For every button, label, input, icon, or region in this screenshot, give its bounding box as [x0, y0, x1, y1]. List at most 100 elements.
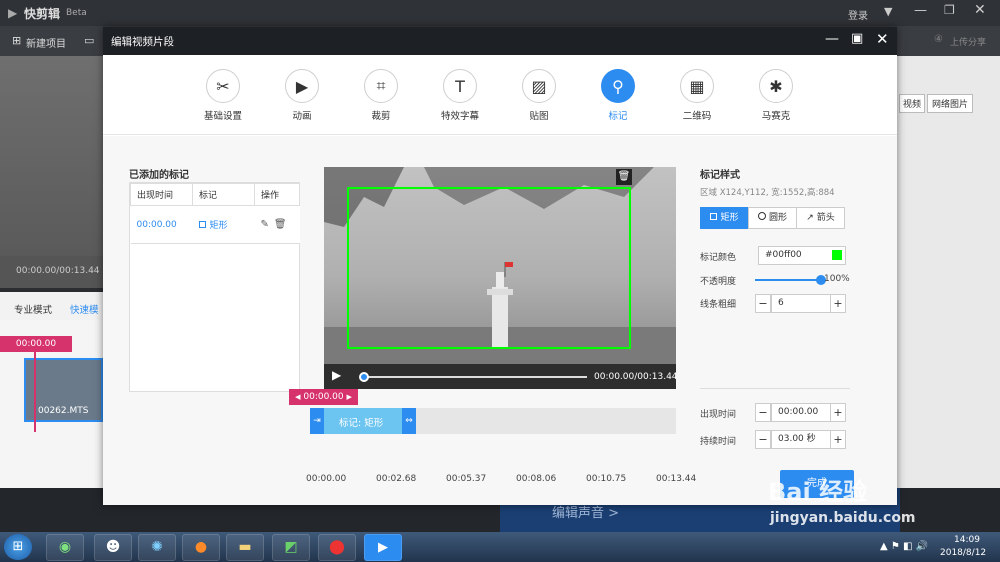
shape-arrow-label: 箭头 — [816, 213, 835, 223]
duration-increment[interactable]: + — [830, 430, 846, 449]
timeline-tick-label: 00:13.44 — [656, 474, 697, 484]
shape-rect-button[interactable]: 矩形 — [700, 207, 749, 229]
line-width-label: 线条粗细 — [700, 300, 737, 310]
dialog-minimize-icon[interactable]: — — [825, 31, 839, 47]
timeline-cursor[interactable]: ◀ 00:00.00 ▶ — [289, 389, 358, 405]
dialog-content: 已添加的标记 出现时间 标记 操作 00:00.00 矩形 ✎ 🗑 🗑 ▶ 00… — [103, 136, 897, 505]
minimize-icon[interactable]: — — [914, 3, 927, 18]
login-link[interactable]: 登录 — [848, 7, 868, 22]
appear-time-input[interactable]: 00:00.00 — [771, 403, 831, 422]
tray-icons[interactable]: ▲ ⚑ ◧ 🔊 — [880, 541, 928, 552]
cursor-left-arrow-icon: ◀ — [295, 393, 301, 401]
shape-circle-button[interactable]: 圆形 — [748, 207, 797, 229]
video-frame: 🗑 — [324, 167, 676, 364]
mode-fast-tab[interactable]: 快速模 — [70, 302, 99, 316]
edit-icon[interactable]: ✎ — [261, 219, 269, 230]
taskbar-media-icon[interactable]: ✺ — [138, 534, 176, 561]
opacity-slider[interactable] — [755, 279, 821, 281]
dropdown-menu-icon[interactable]: ▼ — [884, 5, 892, 18]
play-icon[interactable]: ▶ — [332, 368, 341, 382]
tab-label: 裁剪 — [371, 111, 391, 122]
dialog-header: 编辑视频片段 — ▣ ✕ — [103, 27, 897, 55]
tab-text[interactable]: T 特效字幕 — [430, 69, 490, 122]
dialog-maximize-icon[interactable]: ▣ — [851, 31, 863, 46]
line-width-decrement[interactable]: − — [755, 294, 771, 313]
tab-scissors[interactable]: ✂ 基础设置 — [193, 69, 253, 122]
image-icon: ▨ — [522, 69, 556, 103]
video-controls: ▶ 00:00.00/00:13.44 — [324, 364, 678, 389]
color-swatch[interactable] — [832, 250, 842, 260]
app-logo-icon: ▶ — [8, 6, 18, 20]
line-width-increment[interactable]: + — [830, 294, 846, 313]
crop-icon: ⌗ — [364, 69, 398, 103]
watermark-url: jingyan.baidu.com — [770, 510, 916, 526]
taskbar-qq-icon[interactable]: ☻ — [94, 534, 132, 561]
new-project-icon: ⊞ — [12, 34, 22, 47]
shape-rect-label: 矩形 — [720, 213, 739, 223]
color-input-value: #00ff00 — [765, 250, 802, 260]
app-right-button-2[interactable]: 网络图片 — [927, 94, 974, 113]
taskbar-kuaijianji-icon[interactable]: ▶ — [364, 534, 402, 561]
timeline-tick-label: 00:00.00 — [306, 474, 347, 484]
table-row[interactable]: 00:00.00 矩形 ✎ 🗑 — [130, 205, 300, 244]
text-icon: T — [443, 69, 477, 103]
delete-marker-icon[interactable]: 🗑 — [616, 169, 632, 185]
color-label: 标记颜色 — [700, 253, 737, 263]
tab-label: 马赛克 — [761, 111, 791, 122]
app-right-button-1[interactable]: 视频 — [899, 94, 926, 113]
maximize-icon[interactable]: ❐ — [944, 3, 955, 17]
clip-resize-handle-icon[interactable]: ⇔ — [402, 408, 416, 434]
line-width-value: 6 — [778, 298, 784, 308]
video-preview: 🗑 ▶ 00:00.00/00:13.44 — [324, 167, 678, 389]
tab-play-frame[interactable]: ▶ 动画 — [272, 69, 332, 122]
start-button-icon[interactable]: ⊞ — [4, 534, 32, 560]
marker-row-time: 00:00.00 — [130, 205, 193, 244]
dialog-close-icon[interactable]: ✕ — [876, 30, 889, 48]
timeline-tick-label: 00:02.68 — [376, 474, 417, 484]
app-timeline: 00:00.00 00262.MTS — [0, 320, 103, 490]
appear-time-decrement[interactable]: − — [755, 403, 771, 422]
tab-mosaic[interactable]: ✱ 马赛克 — [746, 69, 806, 122]
folder-icon[interactable]: ▭ — [84, 34, 94, 47]
tab-qrcode[interactable]: ▦ 二维码 — [667, 69, 727, 122]
taskbar-record-icon[interactable]: ⬤ — [318, 534, 356, 561]
clock-time: 14:09 — [954, 535, 980, 545]
app-close-icon[interactable]: ✕ — [974, 2, 986, 18]
markers-title: 已添加的标记 — [129, 170, 189, 181]
opacity-fill — [755, 279, 821, 281]
tab-crop[interactable]: ⌗ 裁剪 — [351, 69, 411, 122]
mode-pro-tab[interactable]: 专业模式 — [14, 302, 52, 316]
taskbar-app1-icon[interactable]: ◉ — [46, 534, 84, 561]
taskbar-app6-icon[interactable]: ◩ — [272, 534, 310, 561]
taskbar-firefox-icon[interactable]: ● — [182, 534, 220, 561]
mosaic-icon: ✱ — [759, 69, 793, 103]
duration-decrement[interactable]: − — [755, 430, 771, 449]
shape-arrow-button[interactable]: ↗ 箭头 — [796, 207, 845, 229]
line-width-input[interactable]: 6 — [771, 294, 831, 313]
pin-icon: ⚲ — [601, 69, 635, 103]
appear-time-increment[interactable]: + — [830, 403, 846, 422]
duration-input[interactable]: 03.00 秒 — [771, 430, 831, 449]
tab-image[interactable]: ▨ 贴图 — [509, 69, 569, 122]
circle-icon — [757, 212, 766, 220]
duration-value: 03.00 秒 — [778, 434, 816, 444]
marker-timeline-clip[interactable]: ⇥ 标记: 矩形 ⇔ — [310, 408, 416, 434]
marker-rectangle[interactable] — [347, 187, 631, 349]
app-preview-area: 00:00.00/00:13.44 — [0, 56, 103, 288]
trash-icon[interactable]: 🗑 — [274, 219, 287, 230]
progress-knob[interactable] — [359, 372, 369, 382]
marker-row-type: 矩形 — [209, 221, 228, 231]
progress-track[interactable] — [362, 376, 587, 378]
app-timeline-cursor[interactable]: 00:00.00 — [0, 336, 72, 352]
timeline-tick-label: 00:05.37 — [446, 474, 487, 484]
rectangle-icon — [198, 221, 206, 228]
markers-header-action: 操作 — [254, 183, 300, 206]
arrow-icon: ↗ — [806, 213, 814, 223]
clip-start-handle-icon[interactable]: ⇥ — [310, 408, 324, 434]
opacity-value: 100% — [824, 274, 850, 284]
upload-share-button[interactable]: 上传分享 — [950, 35, 986, 48]
new-project-button[interactable]: 新建项目 — [26, 35, 66, 50]
timeline-tick-label: 00:08.06 — [516, 474, 557, 484]
tab-pin[interactable]: ⚲ 标记 — [588, 69, 648, 122]
taskbar-folder-icon[interactable]: ▬ — [226, 534, 264, 561]
